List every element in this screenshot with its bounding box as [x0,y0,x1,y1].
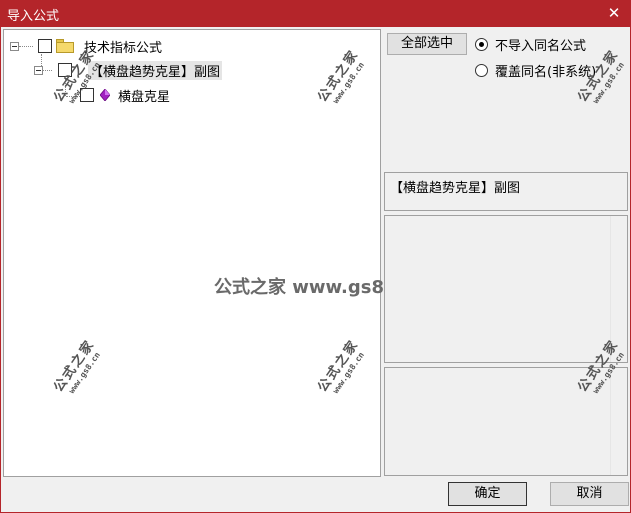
radio-skip-label[interactable]: 不导入同名公式 [495,35,586,54]
formula-tree[interactable]: 技术指标公式 【横盘趋势克星】副图 横盘克星 公式之家 www.gs8.cn [3,29,414,477]
collapse-icon[interactable] [34,65,43,75]
title-bar: 导入公式 ✕ [0,0,631,27]
root-checkbox[interactable] [38,39,52,53]
formula-gem-icon [100,89,110,101]
tree-node-child[interactable]: 【横盘趋势克星】副图 [34,60,223,80]
dialog-body: 技术指标公式 【横盘趋势克星】副图 横盘克星 公式之家 www.gs8.cn 全… [0,27,631,513]
select-all-button[interactable]: 全部选中 [387,33,467,55]
window-title: 导入公式 [7,9,60,24]
tree-child-label[interactable]: 【横盘趋势克星】副图 [88,60,223,80]
close-icon[interactable]: ✕ [603,2,625,24]
desc-scrollbar[interactable] [610,216,627,362]
formula-param-box [384,367,628,476]
radio-overwrite-label[interactable]: 覆盖同名(非系统) [495,61,596,80]
formula-name-box: 【横盘趋势克星】副图 [384,172,628,211]
tree-connector [65,78,66,96]
tree-root-label[interactable]: 技术指标公式 [82,37,164,56]
radio-skip-indicator[interactable] [475,37,488,51]
tree-leaf-label[interactable]: 横盘克星 [116,86,172,105]
leaf-checkbox[interactable] [80,88,94,102]
child-checkbox[interactable] [58,63,72,77]
formula-desc-box [384,215,628,363]
cancel-button[interactable]: 取消 [550,482,629,506]
tree-node-leaf[interactable]: 横盘克星 [80,85,172,105]
radio-overwrite-indicator[interactable] [475,63,488,77]
param-scrollbar[interactable] [610,368,627,475]
ok-button[interactable]: 确定 [448,482,527,506]
folder-icon [56,39,74,53]
tree-node-root[interactable]: 技术指标公式 [10,36,164,56]
formula-name-text: 【横盘趋势克星】副图 [390,181,521,196]
collapse-icon[interactable] [10,41,19,51]
tree-connector [66,96,80,97]
radio-overwrite-duplicates[interactable]: 覆盖同名(非系统) [475,61,596,80]
radio-skip-duplicates[interactable]: 不导入同名公式 [475,35,586,54]
